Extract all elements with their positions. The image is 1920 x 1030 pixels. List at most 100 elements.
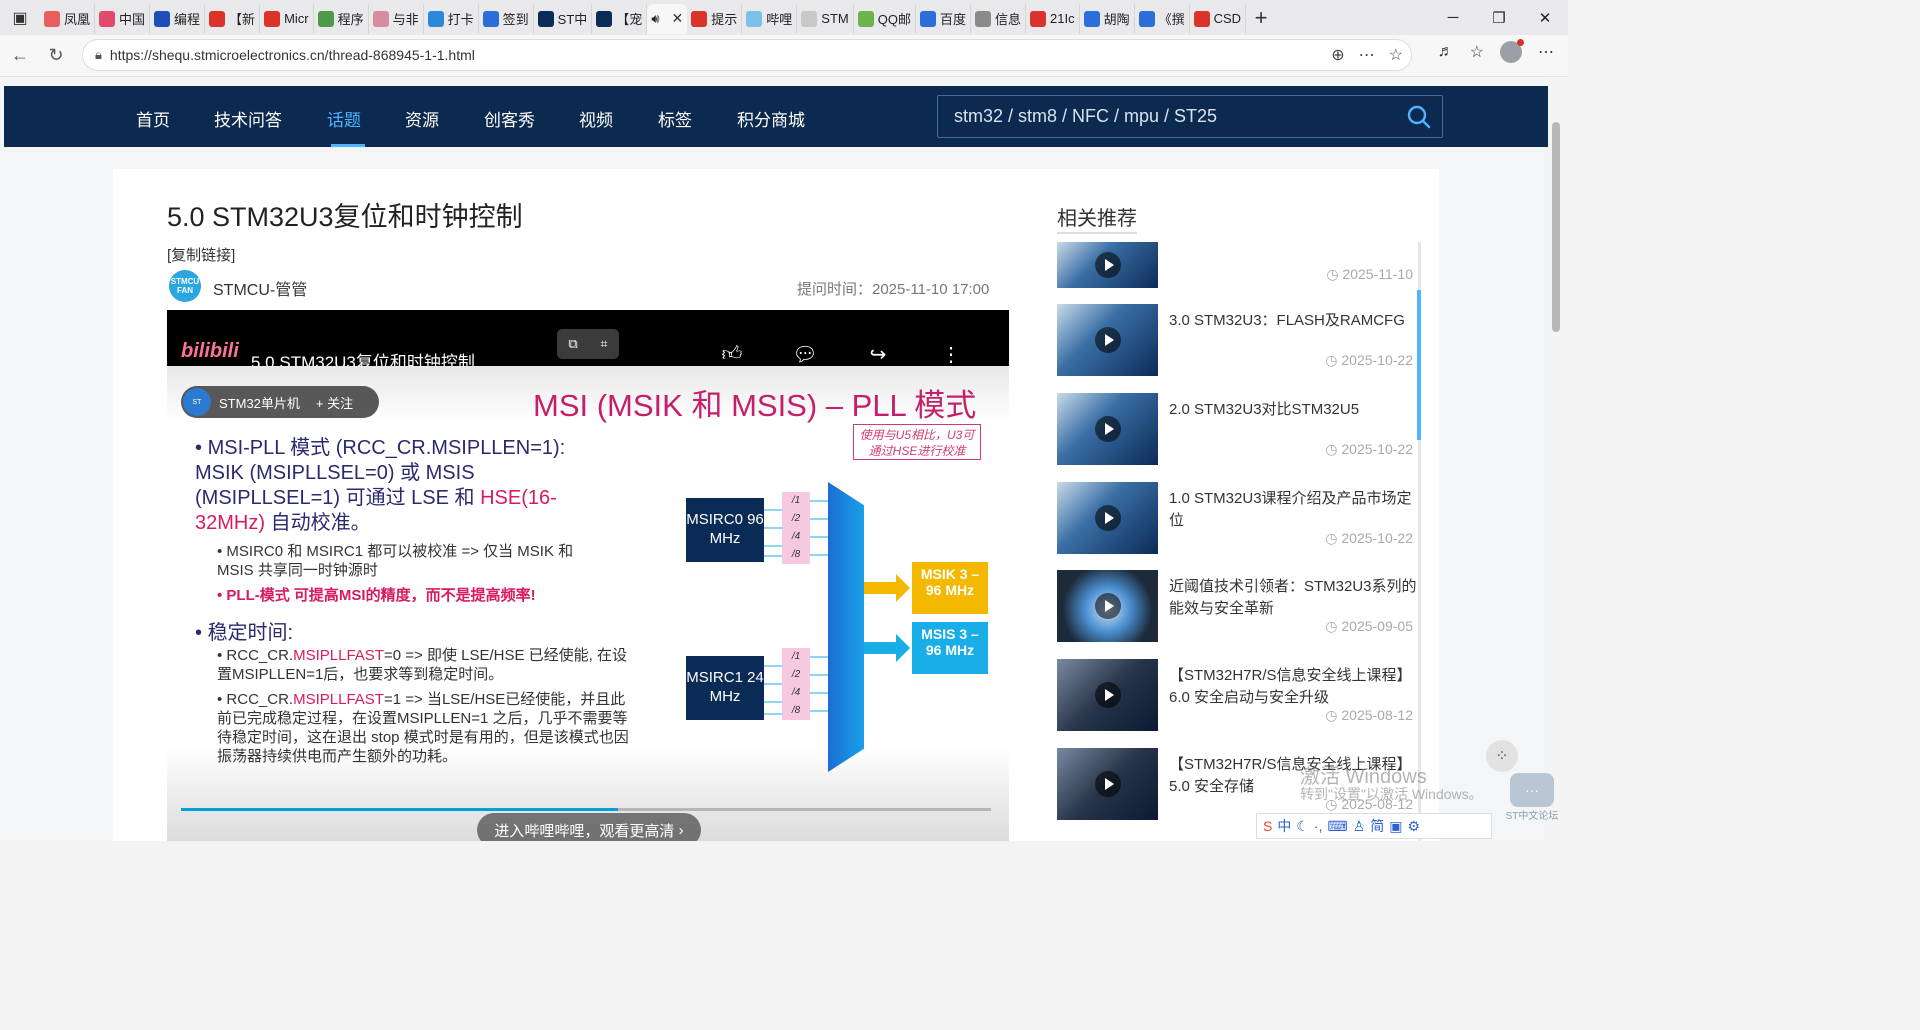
nav-videos[interactable]: 视频 — [579, 106, 613, 131]
site-search-input[interactable] — [938, 96, 1398, 137]
ime-keyboard-icon[interactable]: ⌨ — [1327, 818, 1347, 835]
uploader-avatar[interactable]: ST — [183, 388, 211, 416]
page-scrollbar-thumb[interactable] — [1552, 122, 1560, 332]
browser-tab[interactable]: 提示 — [687, 3, 743, 34]
browser-tab[interactable]: 《撰 — [1135, 3, 1190, 34]
forum-chat-button[interactable]: ··· ST中文论坛 — [1502, 773, 1562, 833]
video-player[interactable]: bilibili 5.0 STM32U3复位和时钟控制 ⧉ ⌗ 👍︎ 18 💬︎… — [167, 310, 1009, 841]
browser-tab[interactable]: CSD — [1190, 3, 1247, 34]
profile-avatar[interactable] — [1500, 39, 1524, 63]
tab-favicon-icon — [317, 10, 334, 27]
related-thumbnail[interactable] — [1057, 748, 1158, 820]
reload-button[interactable]: ↻ — [38, 38, 74, 74]
browser-tab[interactable]: QQ邮 — [854, 3, 916, 34]
favorites-icon[interactable]: ☆ — [1470, 42, 1484, 62]
address-bar[interactable]: 🔒︎ https://shequ.stmicroelectronics.cn/t… — [82, 39, 1412, 71]
ime-chinese-toggle[interactable]: 中 — [1277, 816, 1291, 836]
close-window-button[interactable]: ✕ — [1522, 0, 1568, 35]
back-button[interactable]: ← — [2, 38, 38, 74]
uploader-name[interactable]: STM32单片机 — [219, 393, 300, 412]
browser-tab[interactable]: 与非 — [369, 3, 424, 34]
zoom-icon[interactable]: ⊕ — [1331, 45, 1344, 65]
active-tab[interactable]: 🔊︎ ✕ — [647, 3, 688, 34]
browser-tab[interactable]: STM — [797, 3, 854, 34]
audio-icon[interactable]: 🔊︎ — [651, 11, 659, 27]
search-icon[interactable] — [1406, 104, 1432, 130]
video-progress-bar[interactable] — [181, 808, 991, 811]
ime-punct-icon[interactable]: ·, — [1314, 818, 1323, 834]
menu-icon[interactable]: ⋯ — [1538, 42, 1554, 62]
nav-resources[interactable]: 资源 — [405, 106, 439, 131]
ime-skin-icon[interactable]: ▣ — [1389, 818, 1402, 835]
related-item-title[interactable]: 3.0 STM32U3：FLASH及RAMCFG — [1169, 310, 1417, 332]
browser-tab[interactable]: 程序 — [314, 3, 369, 34]
reader-icon[interactable]: ⋯ — [1359, 45, 1375, 65]
browser-tab[interactable]: 【宠 — [592, 3, 648, 34]
sidebar-toggle-icon[interactable]: ▣ — [0, 0, 40, 35]
browser-tab[interactable]: 【新 — [205, 3, 261, 34]
close-tab-icon[interactable]: ✕ — [672, 10, 684, 27]
related-item-title[interactable]: 1.0 STM32U3课程介绍及产品市场定位 — [1169, 488, 1417, 532]
ime-user-icon[interactable]: ♙ — [1353, 818, 1366, 835]
bilibili-logo-icon: bilibili — [181, 340, 239, 362]
clock-icon: ◷ — [1325, 530, 1342, 546]
related-item-title[interactable]: 2.0 STM32U3对比STM32U5 — [1169, 399, 1417, 421]
url-text[interactable]: https://shequ.stmicroelectronics.cn/thre… — [110, 47, 475, 63]
related-item[interactable]: 2.0 STM32U3对比STM32U5 ◷ 2025-10-22 — [1057, 393, 1417, 467]
nav-maker[interactable]: 创客秀 — [484, 106, 535, 131]
related-item[interactable]: 近阈值技术引领者：STM32U3系列的能效与安全革新 ◷ 2025-09-05 — [1057, 570, 1417, 644]
browser-tab[interactable]: 编程 — [150, 3, 206, 34]
nav-qa[interactable]: 技术问答 — [214, 106, 282, 131]
slide-bullet-1: • MSI-PLL 模式 (RCC_CR.MSIPLLEN=1): MSIK (… — [195, 437, 566, 534]
related-thumbnail[interactable] — [1057, 659, 1158, 731]
related-item[interactable]: 【STM32H7R/S信息安全线上课程】6.0 安全启动与安全升级 ◷ 2025-… — [1057, 659, 1417, 733]
author-name[interactable]: STMCU-管管 — [213, 276, 307, 300]
browser-tab[interactable]: Micr — [260, 3, 314, 34]
play-icon — [1095, 682, 1121, 708]
ime-simplified-toggle[interactable]: 简 — [1370, 816, 1384, 836]
new-tab-button[interactable]: + — [1246, 5, 1276, 31]
related-thumbnail[interactable] — [1057, 393, 1158, 465]
follow-button[interactable]: + 关注 — [316, 393, 353, 412]
nav-home[interactable]: 首页 — [136, 106, 170, 131]
tab-favicon-icon — [209, 10, 226, 27]
related-item[interactable]: 1.0 STM32U3课程介绍及产品市场定位 ◷ 2025-10-22 — [1057, 482, 1417, 556]
related-item-title[interactable]: 【STM32H7R/S信息安全线上课程】6.0 安全启动与安全升级 — [1169, 665, 1417, 709]
page-scrollbar[interactable] — [1549, 78, 1568, 841]
ime-logo-icon[interactable]: S — [1263, 818, 1272, 834]
browser-tab[interactable]: 21Ic — [1026, 3, 1080, 34]
related-thumbnail[interactable] — [1057, 242, 1158, 288]
browser-tab[interactable]: 哔哩 — [742, 3, 798, 34]
clock-icon: ◷ — [1325, 707, 1342, 723]
browser-tab[interactable]: 百度 — [916, 3, 971, 34]
related-scroll-indicator[interactable] — [1417, 290, 1421, 440]
apps-grid-icon[interactable]: ⁘ — [1486, 740, 1518, 772]
browser-tab[interactable]: 中国 — [95, 3, 151, 34]
ime-moon-icon[interactable]: ☾ — [1296, 818, 1309, 835]
browser-tab[interactable]: ST中 — [534, 3, 593, 34]
browser-tab[interactable]: 信息 — [971, 3, 1026, 34]
nav-points-mall[interactable]: 积分商城 — [737, 106, 805, 131]
favorite-star-icon[interactable]: ☆ — [1389, 45, 1403, 65]
browser-tab[interactable]: 签到 — [479, 3, 534, 34]
browser-tab[interactable]: 胡陶 — [1080, 3, 1135, 34]
maximize-button[interactable]: ❐ — [1476, 0, 1522, 35]
related-item[interactable]: 3.0 STM32U3：FLASH及RAMCFG ◷ 2025-10-22 — [1057, 304, 1417, 378]
related-thumbnail[interactable] — [1057, 570, 1158, 642]
tab-favicon-icon — [427, 10, 444, 27]
open-bilibili-button[interactable]: 进入哔哩哔哩，观看更高清 › — [477, 813, 701, 841]
screenshot-icon[interactable]: ⌗ — [600, 336, 607, 352]
minimize-button[interactable]: ─ — [1430, 0, 1476, 35]
pip-icon[interactable]: ⧉ — [568, 336, 577, 352]
extensions-icon[interactable]: ♬ — [1438, 43, 1454, 61]
nav-topics[interactable]: 话题 — [327, 106, 361, 131]
browser-tab[interactable]: 打卡 — [424, 3, 479, 34]
nav-tags[interactable]: 标签 — [658, 106, 692, 131]
related-thumbnail[interactable] — [1057, 482, 1158, 554]
browser-tab[interactable]: 凤凰 — [40, 3, 96, 34]
copy-link[interactable]: [复制链接] — [167, 244, 235, 265]
author-avatar[interactable]: STMCU FAN — [169, 270, 201, 302]
related-thumbnail[interactable] — [1057, 304, 1158, 376]
ime-settings-icon[interactable]: ⚙ — [1407, 818, 1420, 835]
related-item-title[interactable]: 近阈值技术引领者：STM32U3系列的能效与安全革新 — [1169, 576, 1417, 620]
